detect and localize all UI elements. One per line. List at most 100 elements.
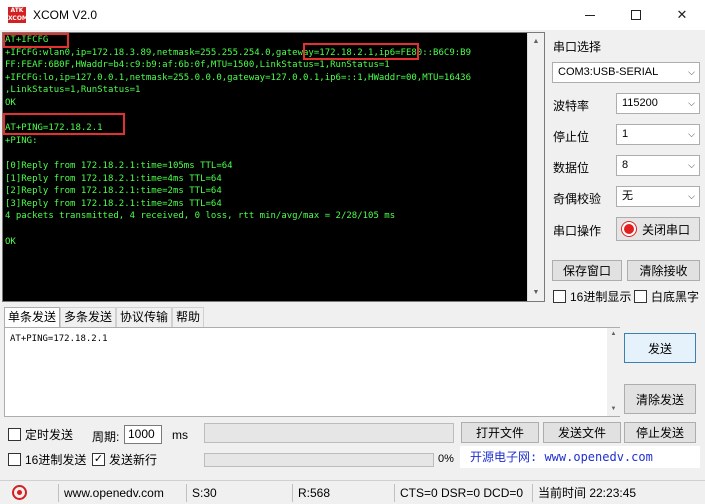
terminal-line: [3]Reply from 172.18.2.1:time=2ms TTL=64 — [5, 198, 222, 209]
tab-multi-send[interactable]: 多条发送 — [60, 307, 117, 327]
clear-receive-button[interactable]: 清除接收 — [627, 260, 700, 281]
checkbox-box — [8, 428, 21, 441]
baud-value: 115200 — [622, 97, 658, 109]
terminal-line: [0]Reply from 172.18.2.1:time=105ms TTL=… — [5, 160, 233, 171]
databit-label: 数据位 — [553, 161, 590, 175]
status-separator — [292, 484, 293, 502]
period-unit: ms — [172, 428, 188, 442]
maximize-button[interactable] — [613, 0, 659, 30]
send-newline-label: 发送新行 — [109, 453, 158, 467]
app-logo-icon: ATK XCOM — [8, 7, 28, 23]
hex-send-label: 16进制发送 — [25, 453, 87, 467]
stopbit-select[interactable]: 1 ⌵ — [616, 124, 700, 145]
chevron-down-icon: ⌵ — [688, 191, 695, 201]
scroll-up-icon[interactable]: ▲ — [607, 328, 620, 341]
parity-select[interactable]: 无 ⌵ — [616, 186, 700, 207]
window-controls: ✕ — [567, 0, 705, 30]
stop-send-button[interactable]: 停止发送 — [624, 422, 696, 443]
white-bg-label: 白底黑字 — [651, 290, 700, 304]
status-time: 当前时间 22:23:45 — [538, 486, 637, 500]
status-bar: www.openedv.com S:30 R:568 CTS=0 DSR=0 D… — [0, 480, 705, 504]
send-tabs: 单条发送 多条发送 协议传输 帮助 — [4, 307, 205, 328]
file-path-field — [204, 423, 454, 443]
stopbit-label: 停止位 — [553, 130, 590, 144]
hex-display-label: 16进制显示 — [570, 290, 632, 304]
minimize-button[interactable] — [567, 0, 613, 30]
send-file-button[interactable]: 发送文件 — [543, 422, 621, 443]
title-bar: ATK XCOM XCOM V2.0 ✕ — [0, 0, 705, 30]
port-value: COM3:USB-SERIAL — [558, 66, 659, 78]
terminal-scrollbar[interactable]: ▲ ▼ — [527, 33, 544, 301]
send-input[interactable]: AT+PING=172.18.2.1 ▲ ▼ — [4, 327, 620, 417]
checkbox-box — [553, 290, 566, 303]
period-input[interactable]: 1000 — [124, 425, 162, 444]
send-scrollbar[interactable]: ▲ ▼ — [607, 328, 620, 416]
port-section-title: 串口选择 — [553, 40, 602, 54]
promo-link[interactable]: 开源电子网: www.openedv.com — [460, 446, 700, 468]
terminal-line: OK — [5, 97, 16, 108]
operation-label: 串口操作 — [553, 224, 602, 238]
terminal-line: [1]Reply from 172.18.2.1:time=4ms TTL=64 — [5, 173, 222, 184]
chevron-down-icon: ⌵ — [688, 129, 695, 139]
terminal-line: OK — [5, 236, 16, 247]
baud-label: 波特率 — [553, 99, 590, 113]
send-button[interactable]: 发送 — [624, 333, 696, 363]
maximize-icon — [631, 10, 641, 20]
send-progress-bar — [204, 453, 434, 467]
checkbox-box — [634, 290, 647, 303]
checkbox-box — [8, 453, 21, 466]
highlight-ping — [3, 113, 125, 135]
scroll-down-icon[interactable]: ▼ — [528, 284, 544, 301]
status-separator — [394, 484, 395, 502]
parity-value: 无 — [622, 190, 633, 202]
timed-send-checkbox[interactable]: 定时发送 — [8, 426, 73, 443]
terminal-line: ,LinkStatus=1,RunStatus=1 — [5, 85, 141, 96]
chevron-down-icon: ⌵ — [688, 67, 695, 77]
clear-send-button[interactable]: 清除发送 — [624, 384, 696, 414]
period-label: 周期: — [92, 430, 120, 444]
status-separator — [532, 484, 533, 502]
hex-display-checkbox[interactable]: 16进制显示 — [553, 288, 631, 305]
tab-protocol[interactable]: 协议传输 — [116, 307, 173, 327]
tab-single-send[interactable]: 单条发送 — [4, 307, 61, 328]
stopbit-value: 1 — [622, 128, 629, 140]
parity-label: 奇偶校验 — [553, 192, 602, 206]
terminal-line: +IFCFG:lo,ip=127.0.0.1,netmask=255.0.0.0… — [5, 72, 471, 83]
highlight-ifcfg — [3, 33, 69, 48]
check-icon: ✓ — [92, 453, 105, 466]
close-window-button[interactable]: ✕ — [659, 0, 705, 30]
status-sent: S:30 — [192, 486, 217, 500]
record-icon — [622, 222, 636, 236]
terminal-line: FF:FEAF:6B0F,HWaddr=b4:c9:b9:af:6b:0f,MT… — [5, 60, 390, 71]
tab-help[interactable]: 帮助 — [172, 307, 205, 327]
status-separator — [58, 484, 59, 502]
scroll-down-icon[interactable]: ▼ — [607, 403, 620, 416]
save-window-button[interactable]: 保存窗口 — [552, 260, 622, 281]
baud-select[interactable]: 115200 ⌵ — [616, 93, 700, 114]
progress-percent: 0% — [438, 453, 454, 465]
status-url[interactable]: www.openedv.com — [64, 485, 164, 501]
send-newline-checkbox[interactable]: ✓ 发送新行 — [92, 451, 157, 468]
hex-send-checkbox[interactable]: 16进制发送 — [8, 451, 86, 468]
status-received: R:568 — [298, 486, 331, 500]
timed-send-label: 定时发送 — [25, 428, 74, 442]
white-bg-checkbox[interactable]: 白底黑字 — [634, 288, 699, 305]
databit-value: 8 — [622, 159, 629, 171]
send-text: AT+PING=172.18.2.1 — [10, 334, 108, 344]
close-port-button[interactable]: 关闭串口 — [616, 217, 700, 241]
scroll-up-icon[interactable]: ▲ — [528, 33, 544, 50]
databit-select[interactable]: 8 ⌵ — [616, 155, 700, 176]
chevron-down-icon: ⌵ — [688, 160, 695, 170]
receive-terminal[interactable]: AT+IFCFG +IFCFG:wlan0,ip=172.18.3.89,netm… — [2, 32, 545, 302]
open-file-button[interactable]: 打开文件 — [461, 422, 539, 443]
port-select[interactable]: COM3:USB-SERIAL ⌵ — [552, 62, 700, 83]
close-port-label: 关闭串口 — [642, 222, 691, 237]
terminal-line: +IFCFG:wlan0,ip=172.18.3.89,netmask=255.… — [5, 47, 471, 58]
terminal-line: +PING: — [5, 135, 38, 146]
settings-gear-icon[interactable] — [12, 485, 27, 500]
chevron-down-icon: ⌵ — [688, 98, 695, 108]
terminal-line: AT+IFCFG — [5, 35, 49, 45]
terminal-line: [2]Reply from 172.18.2.1:time=2ms TTL=64 — [5, 186, 222, 197]
window-title: XCOM V2.0 — [33, 8, 98, 22]
